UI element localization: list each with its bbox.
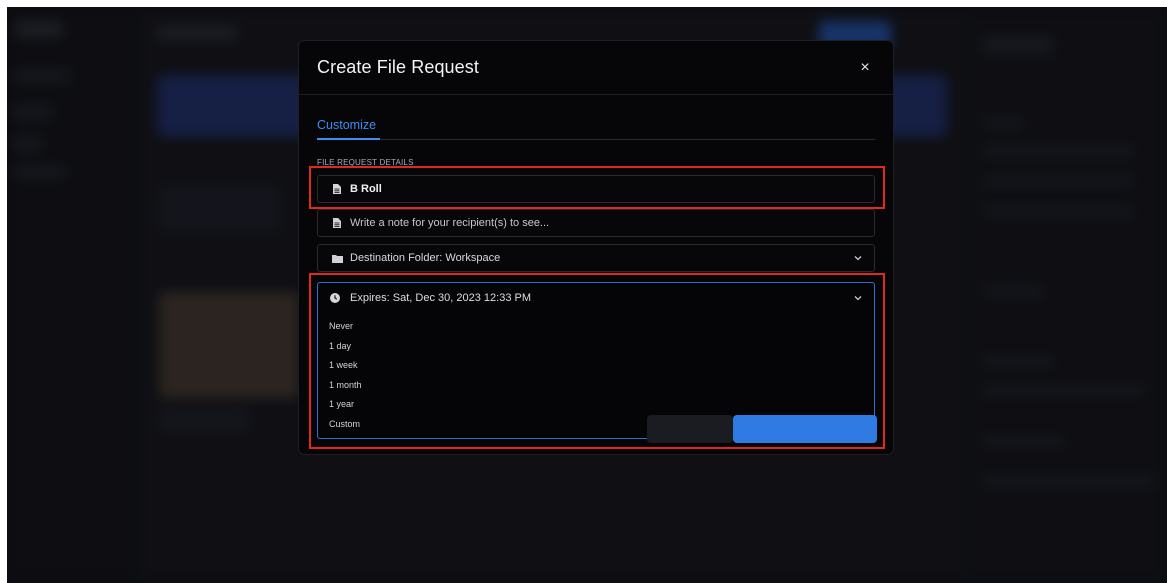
section-label: FILE REQUEST DETAILS	[317, 158, 414, 167]
option-1-week[interactable]: 1 week	[318, 356, 874, 376]
request-name-value: B Roll	[350, 183, 382, 195]
folder-icon	[330, 254, 344, 263]
tab-customize[interactable]: Customize	[317, 116, 381, 140]
cancel-button[interactable]	[647, 415, 733, 443]
expiration-select[interactable]: Expires: Sat, Dec 30, 2023 12:33 PM	[318, 283, 874, 312]
close-icon[interactable]: ×	[855, 58, 875, 78]
chevron-down-icon	[854, 293, 862, 303]
option-1-day[interactable]: 1 day	[318, 337, 874, 357]
destination-label: Destination Folder: Workspace	[350, 252, 501, 264]
destination-folder-select[interactable]: Destination Folder: Workspace	[317, 244, 875, 272]
file-icon	[330, 218, 344, 228]
dialog-header: Create File Request ×	[299, 41, 893, 95]
create-file-request-dialog: Create File Request × Customize FILE REQ…	[298, 40, 894, 455]
option-never[interactable]: Never	[318, 317, 874, 337]
tab-bar: Customize	[317, 116, 875, 140]
chevron-down-icon	[854, 253, 862, 263]
dialog-title: Create File Request	[317, 57, 479, 77]
expiration-label: Expires: Sat, Dec 30, 2023 12:33 PM	[350, 291, 531, 304]
option-1-month[interactable]: 1 month	[318, 376, 874, 396]
note-placeholder: Write a note for your recipient(s) to se…	[350, 217, 550, 229]
request-name-field[interactable]: B Roll	[317, 175, 875, 203]
create-button[interactable]	[733, 415, 877, 443]
option-1-year[interactable]: 1 year	[318, 395, 874, 415]
file-icon	[330, 184, 344, 194]
note-field[interactable]: Write a note for your recipient(s) to se…	[317, 209, 875, 237]
clock-icon	[330, 292, 344, 303]
